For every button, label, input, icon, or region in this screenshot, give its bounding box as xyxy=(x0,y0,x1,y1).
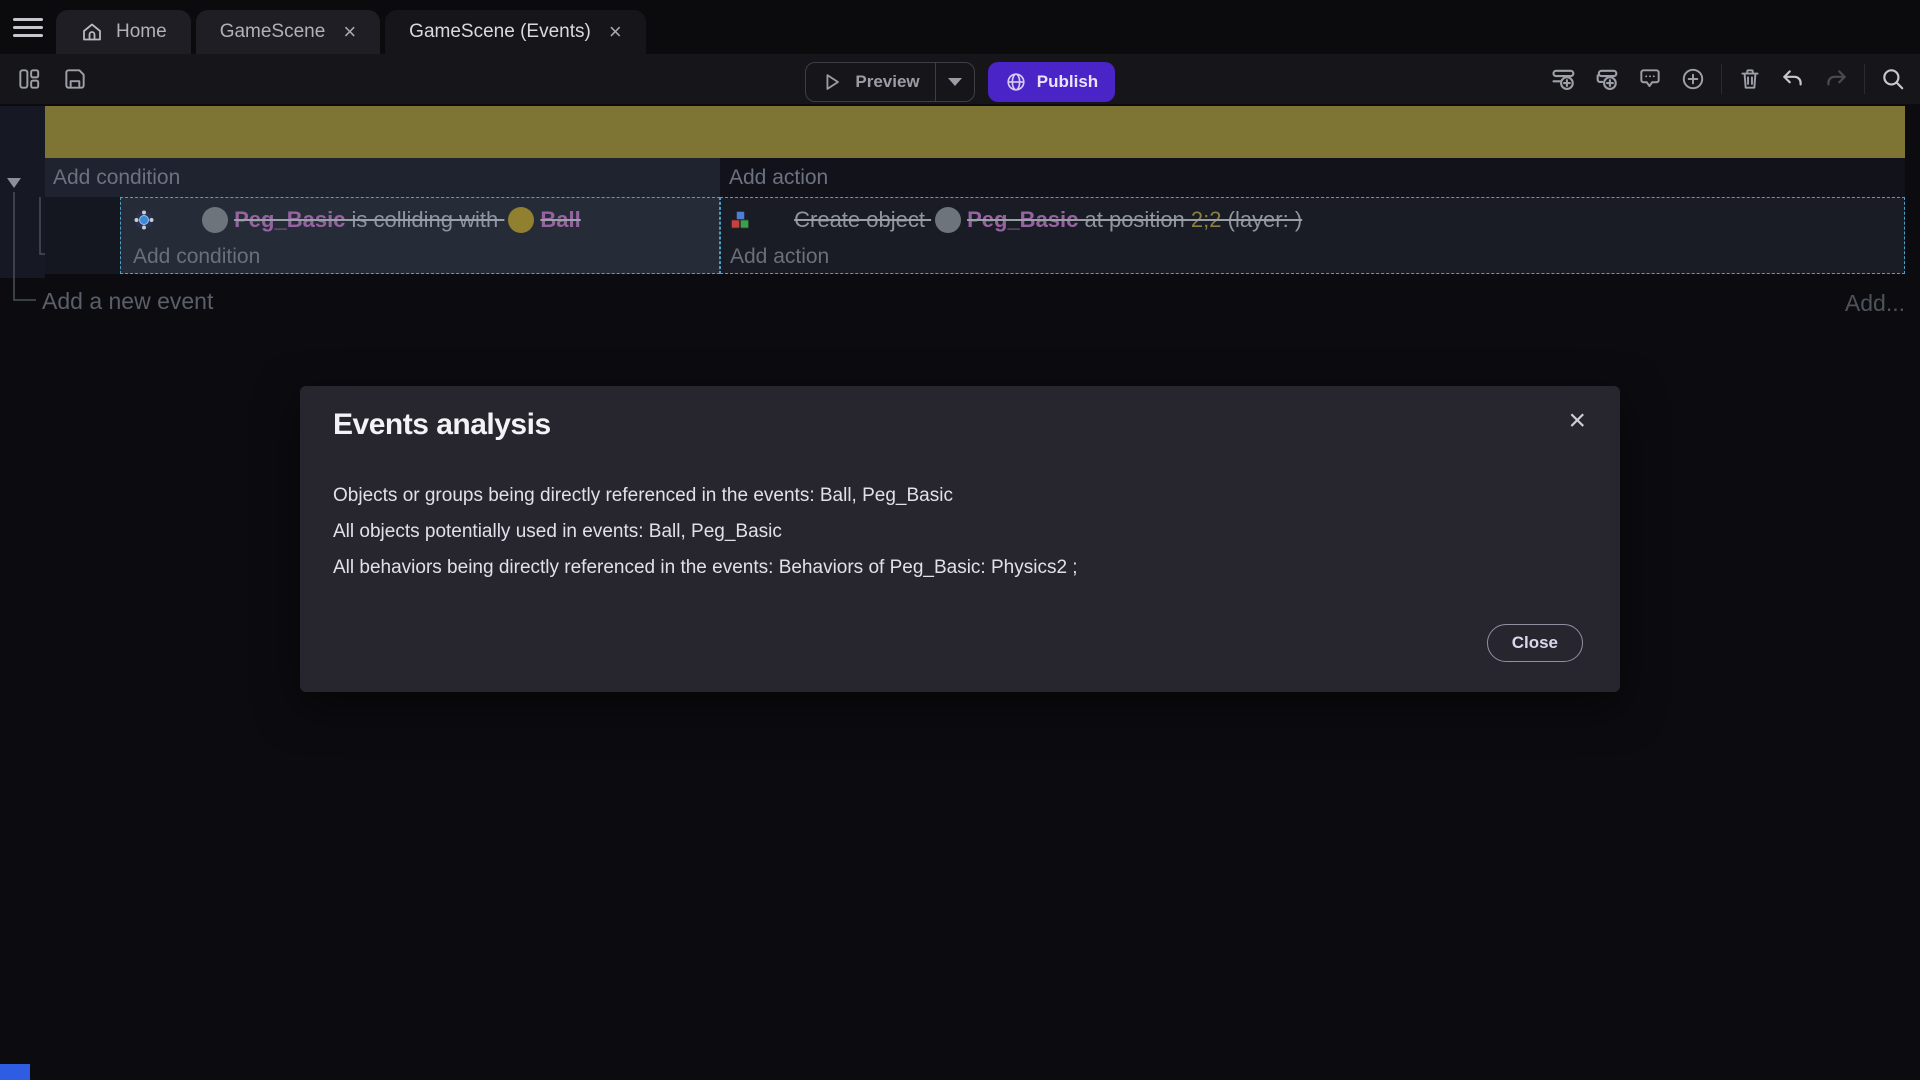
choose-and-add-event-icon[interactable] xyxy=(1678,64,1708,94)
publish-button[interactable]: Publish xyxy=(988,62,1115,102)
condition-object2: Ball xyxy=(540,207,580,233)
tab-gamescene-events[interactable]: GameScene (Events) × xyxy=(385,10,646,54)
action-position: 2;2 xyxy=(1191,207,1222,233)
dialog-title: Events analysis xyxy=(333,408,551,442)
collapse-arrow-icon xyxy=(7,178,21,188)
condition-text: is colliding with xyxy=(345,207,504,233)
tab-label: GameScene xyxy=(220,21,326,43)
close-icon[interactable]: × xyxy=(1568,406,1586,436)
action-text1: Create object xyxy=(794,207,931,233)
close-button[interactable]: Close xyxy=(1487,624,1583,662)
preview-button[interactable]: Preview xyxy=(805,62,975,102)
toolbar-left xyxy=(14,54,90,104)
events-sheet: Add condition Add action Peg_Basic is co… xyxy=(0,104,1920,334)
chevron-down-icon xyxy=(948,78,962,86)
tab-gamescene[interactable]: GameScene × xyxy=(196,10,380,54)
close-tab-icon[interactable]: × xyxy=(343,21,356,43)
action-row[interactable]: Create object Peg_Basic at position 2;2 … xyxy=(721,198,1904,242)
add-action-header[interactable]: Add action xyxy=(720,158,1905,197)
globe-icon xyxy=(1005,71,1027,93)
highlighted-event-row[interactable] xyxy=(45,106,1905,158)
add-more-link[interactable]: Add... xyxy=(1845,290,1905,317)
selected-event-row: Peg_Basic is colliding with Ball Add con… xyxy=(45,197,1905,274)
toggle-panels-icon[interactable] xyxy=(14,64,44,94)
action-text2: at position xyxy=(1078,207,1191,233)
add-comment-icon[interactable] xyxy=(1635,64,1665,94)
redo-icon[interactable] xyxy=(1821,64,1851,94)
tab-strip: Home GameScene × GameScene (Events) × xyxy=(56,10,646,54)
peg-basic-object-icon xyxy=(935,207,961,233)
close-tab-icon[interactable]: × xyxy=(609,21,622,43)
event-indent xyxy=(45,197,120,274)
condition-object1: Peg_Basic xyxy=(234,207,345,233)
save-icon[interactable] xyxy=(60,64,90,94)
tab-label: GameScene (Events) xyxy=(409,21,591,43)
tab-bar: Home GameScene × GameScene (Events) × xyxy=(0,0,1920,54)
condition-row[interactable]: Peg_Basic is colliding with Ball xyxy=(121,198,719,242)
add-event-icon[interactable] xyxy=(1549,64,1579,94)
events-analysis-dialog: Events analysis × Objects or groups bein… xyxy=(300,386,1620,692)
delete-icon[interactable] xyxy=(1735,64,1765,94)
undo-icon[interactable] xyxy=(1778,64,1808,94)
add-subevent-icon[interactable] xyxy=(1592,64,1622,94)
toolbar-separator xyxy=(1864,64,1865,94)
home-icon xyxy=(80,20,104,44)
bottom-left-badge xyxy=(0,1064,30,1080)
preview-label: Preview xyxy=(855,72,919,92)
search-icon[interactable] xyxy=(1878,64,1908,94)
event-header-row: Add condition Add action xyxy=(45,158,1905,197)
main-menu-icon[interactable] xyxy=(13,13,43,41)
play-icon xyxy=(821,71,843,93)
add-action-link[interactable]: Add action xyxy=(721,242,1904,271)
action-text3: (layer: ) xyxy=(1222,207,1303,233)
actions-cell[interactable]: Create object Peg_Basic at position 2;2 … xyxy=(720,197,1905,274)
toolbar-separator xyxy=(1721,64,1722,94)
add-new-event-link[interactable]: Add a new event xyxy=(42,288,213,315)
preview-main[interactable]: Preview xyxy=(806,63,935,101)
analysis-line: Objects or groups being directly referen… xyxy=(333,485,953,507)
tab-label: Home xyxy=(116,21,167,43)
tab-home[interactable]: Home xyxy=(56,10,191,54)
publish-label: Publish xyxy=(1037,72,1098,92)
add-condition-link[interactable]: Add condition xyxy=(121,242,719,271)
toolbar-right xyxy=(1549,54,1908,104)
action-object: Peg_Basic xyxy=(967,207,1078,233)
conditions-cell[interactable]: Peg_Basic is colliding with Ball Add con… xyxy=(120,197,720,274)
peg-basic-object-icon xyxy=(202,207,228,233)
events-toolbar: Preview Publish xyxy=(0,54,1920,104)
ball-object-icon xyxy=(508,207,534,233)
analysis-line: All objects potentially used in events: … xyxy=(333,521,782,543)
analysis-line: All behaviors being directly referenced … xyxy=(333,557,1078,579)
preview-dropdown-button[interactable] xyxy=(935,63,974,101)
